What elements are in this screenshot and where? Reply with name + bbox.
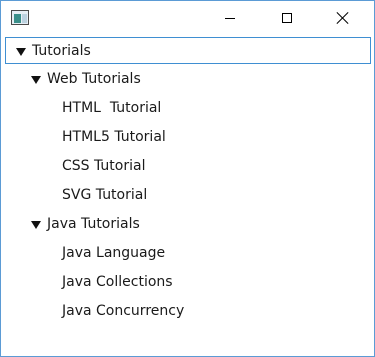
tree-item-html5-tutorial[interactable]: HTML5 Tutorial bbox=[5, 124, 371, 151]
tree-item-label: HTML Tutorial bbox=[62, 100, 162, 116]
triangle-down-icon[interactable] bbox=[31, 221, 41, 229]
tree-item-web-tutorials[interactable]: Web Tutorials bbox=[5, 66, 371, 93]
tree-item-java-collections[interactable]: Java Collections bbox=[5, 269, 371, 296]
app-icon-right-pane bbox=[22, 14, 27, 23]
tree-item-svg-tutorial[interactable]: SVG Tutorial bbox=[5, 182, 371, 209]
tree-item-java-tutorials[interactable]: Java Tutorials bbox=[5, 211, 371, 238]
tree-item-label: HTML5 Tutorial bbox=[62, 129, 166, 145]
tree-item-label: CSS Tutorial bbox=[62, 158, 146, 174]
tree-view[interactable]: Tutorials Web Tutorials HTML Tutorial HT… bbox=[5, 37, 371, 353]
tree-item-label: Java Tutorials bbox=[47, 216, 140, 232]
tree-item-label: Web Tutorials bbox=[47, 71, 141, 87]
minimize-button[interactable] bbox=[208, 1, 254, 35]
close-button[interactable] bbox=[320, 1, 366, 35]
app-window: Tutorials Web Tutorials HTML Tutorial HT… bbox=[0, 0, 375, 357]
tree-item-java-concurrency[interactable]: Java Concurrency bbox=[5, 298, 371, 325]
tree-item-label: Tutorials bbox=[32, 43, 91, 59]
tree-item-java-language[interactable]: Java Language bbox=[5, 240, 371, 267]
title-bar[interactable] bbox=[1, 1, 374, 35]
triangle-down-icon[interactable] bbox=[31, 76, 41, 84]
maximize-button[interactable] bbox=[264, 1, 310, 35]
maximize-icon bbox=[282, 13, 292, 23]
tree-item-label: Java Concurrency bbox=[62, 303, 185, 319]
app-icon-left-pane bbox=[14, 14, 21, 23]
app-window-icon[interactable] bbox=[11, 10, 29, 25]
tree-item-label: SVG Tutorial bbox=[62, 187, 148, 203]
tree-item-css-tutorial[interactable]: CSS Tutorial bbox=[5, 153, 371, 180]
close-icon bbox=[337, 12, 349, 24]
tree-item-tutorials[interactable]: Tutorials bbox=[5, 37, 371, 64]
minimize-icon bbox=[225, 18, 235, 19]
tree-item-label: Java Collections bbox=[62, 274, 173, 290]
tree-item-html-tutorial[interactable]: HTML Tutorial bbox=[5, 95, 371, 122]
tree-item-label: Java Language bbox=[62, 245, 166, 261]
triangle-down-icon[interactable] bbox=[16, 48, 26, 56]
